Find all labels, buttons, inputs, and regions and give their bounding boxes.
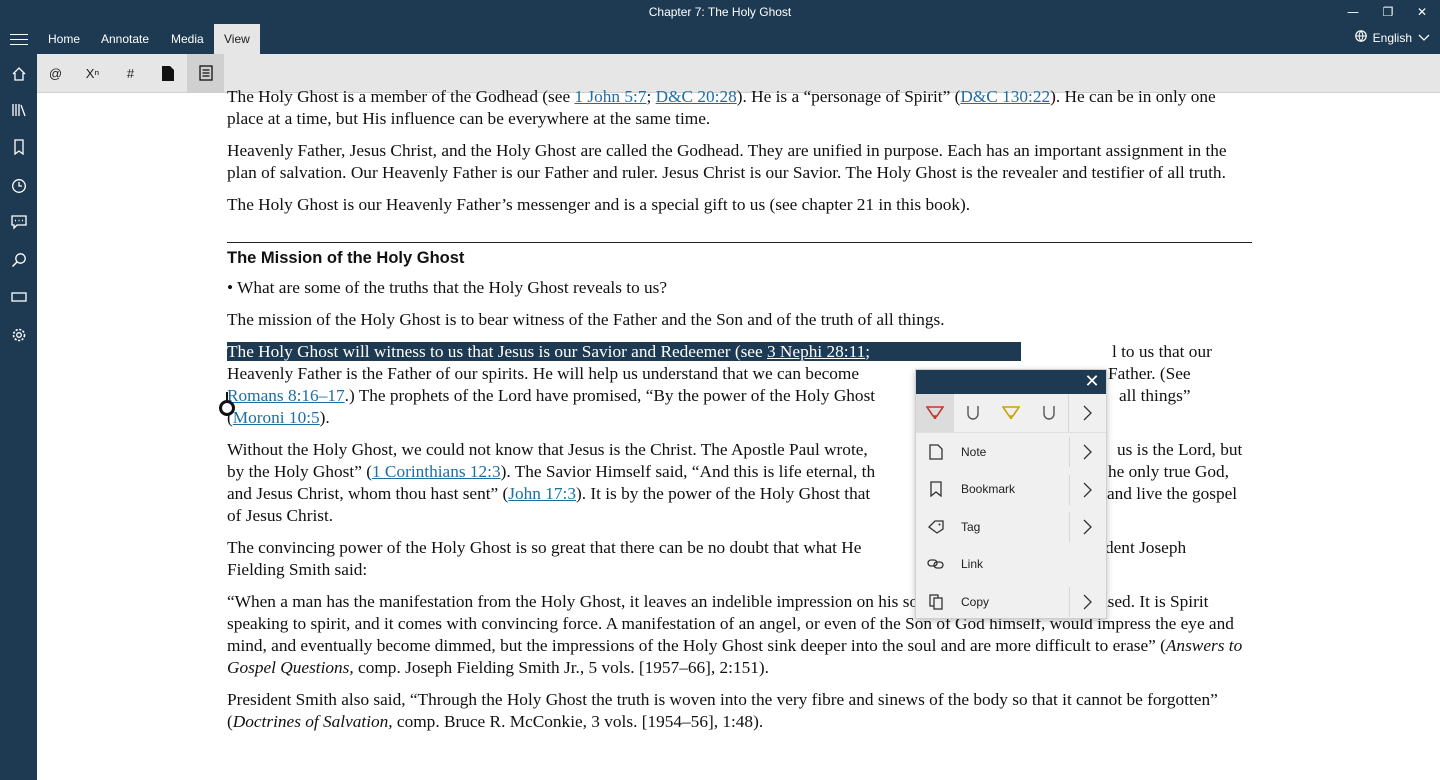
bookmark-icon[interactable] bbox=[9, 137, 29, 157]
minimize-button[interactable]: — bbox=[1336, 2, 1370, 22]
chevron-right-icon[interactable] bbox=[1069, 587, 1106, 617]
scripture-link[interactable]: 1 Corinthians 12:3 bbox=[372, 462, 501, 481]
scripture-link[interactable]: 1 John 5:7 bbox=[574, 87, 646, 106]
section-divider bbox=[227, 242, 1252, 243]
hamburger-menu-icon[interactable] bbox=[8, 30, 30, 48]
settings-icon[interactable] bbox=[9, 325, 29, 345]
selection-handle[interactable] bbox=[219, 392, 235, 422]
notes-icon[interactable] bbox=[9, 212, 29, 232]
copy-icon bbox=[916, 594, 956, 610]
history-icon[interactable] bbox=[9, 176, 29, 196]
scripture-link[interactable]: Romans 8:16–17 bbox=[227, 386, 345, 405]
popup-header: ✕ bbox=[916, 370, 1106, 394]
highlight-row bbox=[916, 394, 1106, 433]
close-icon[interactable]: ✕ bbox=[1082, 372, 1102, 392]
bookmark-icon bbox=[916, 481, 956, 498]
annotation-popup: ✕ Note Bookmark Tag Link Copy bbox=[915, 369, 1107, 619]
scripture-link[interactable]: D&C 130:22 bbox=[960, 87, 1050, 106]
tab-view[interactable]: View bbox=[214, 24, 260, 54]
tab-media[interactable]: Media bbox=[161, 24, 214, 54]
scripture-link[interactable]: D&C 20:28 bbox=[656, 87, 737, 106]
section-heading: The Mission of the Holy Ghost bbox=[227, 249, 465, 267]
home-icon[interactable] bbox=[9, 64, 29, 84]
screen-icon[interactable] bbox=[9, 287, 29, 307]
menu-item-link[interactable]: Link bbox=[916, 546, 1106, 584]
language-selector[interactable]: English bbox=[1354, 30, 1430, 45]
tag-icon bbox=[916, 520, 956, 534]
library-icon[interactable] bbox=[9, 100, 29, 120]
chevron-down-icon bbox=[1418, 31, 1430, 45]
tab-home[interactable]: Home bbox=[38, 24, 90, 54]
search-icon[interactable] bbox=[9, 250, 29, 270]
chevron-right-icon[interactable] bbox=[1069, 512, 1106, 542]
menu-item-bookmark[interactable]: Bookmark bbox=[916, 471, 1106, 509]
link-icon bbox=[916, 558, 956, 570]
at-button[interactable]: @ bbox=[37, 54, 74, 92]
red-highlighter-icon[interactable] bbox=[916, 394, 954, 432]
title-bar: Chapter 7: The Holy Ghost — ❐ ✕ Home Ann… bbox=[0, 0, 1440, 54]
bullet-question: • What are some of the truths that the H… bbox=[227, 278, 668, 297]
paragraph: Heavenly Father, Jesus Christ, and the H… bbox=[227, 141, 1227, 182]
reader-view-icon[interactable] bbox=[187, 54, 224, 92]
menu-item-copy[interactable]: Copy bbox=[916, 583, 1106, 621]
red-underline-icon[interactable] bbox=[954, 394, 992, 432]
menu-item-tag[interactable]: Tag bbox=[916, 508, 1106, 546]
chevron-right-icon[interactable] bbox=[1069, 437, 1106, 467]
paragraph: The Holy Ghost is our Heavenly Father’s … bbox=[227, 195, 971, 214]
yellow-highlighter-icon[interactable] bbox=[992, 394, 1030, 432]
yellow-underline-icon[interactable] bbox=[1030, 394, 1068, 432]
document-icon[interactable] bbox=[149, 54, 186, 92]
scripture-link[interactable]: John 17:3 bbox=[508, 484, 576, 503]
hash-button[interactable]: # bbox=[112, 54, 149, 92]
close-button[interactable]: ✕ bbox=[1405, 2, 1439, 22]
quote-paragraph: President Smith also said, “Through the … bbox=[227, 690, 1218, 731]
globe-icon bbox=[1354, 30, 1367, 45]
menu-item-note[interactable]: Note bbox=[916, 433, 1106, 471]
scripture-link[interactable]: Moroni 10:5 bbox=[233, 408, 320, 427]
restore-button[interactable]: ❐ bbox=[1371, 2, 1405, 22]
note-icon bbox=[916, 444, 956, 460]
sidebar bbox=[0, 54, 37, 780]
chevron-right-icon[interactable] bbox=[1069, 474, 1106, 505]
paragraph: The mission of the Holy Ghost is to bear… bbox=[227, 310, 945, 329]
scripture-link[interactable]: 3 Nephi 28:11 bbox=[767, 342, 865, 361]
paragraph: The Holy Ghost is a member of the Godhea… bbox=[227, 87, 1216, 128]
chevron-right-icon[interactable] bbox=[1068, 394, 1107, 432]
language-label: English bbox=[1372, 30, 1412, 45]
window-title: Chapter 7: The Holy Ghost bbox=[648, 5, 792, 19]
tab-annotate[interactable]: Annotate bbox=[91, 24, 159, 54]
superscript-button[interactable]: Xⁿ bbox=[74, 54, 111, 92]
